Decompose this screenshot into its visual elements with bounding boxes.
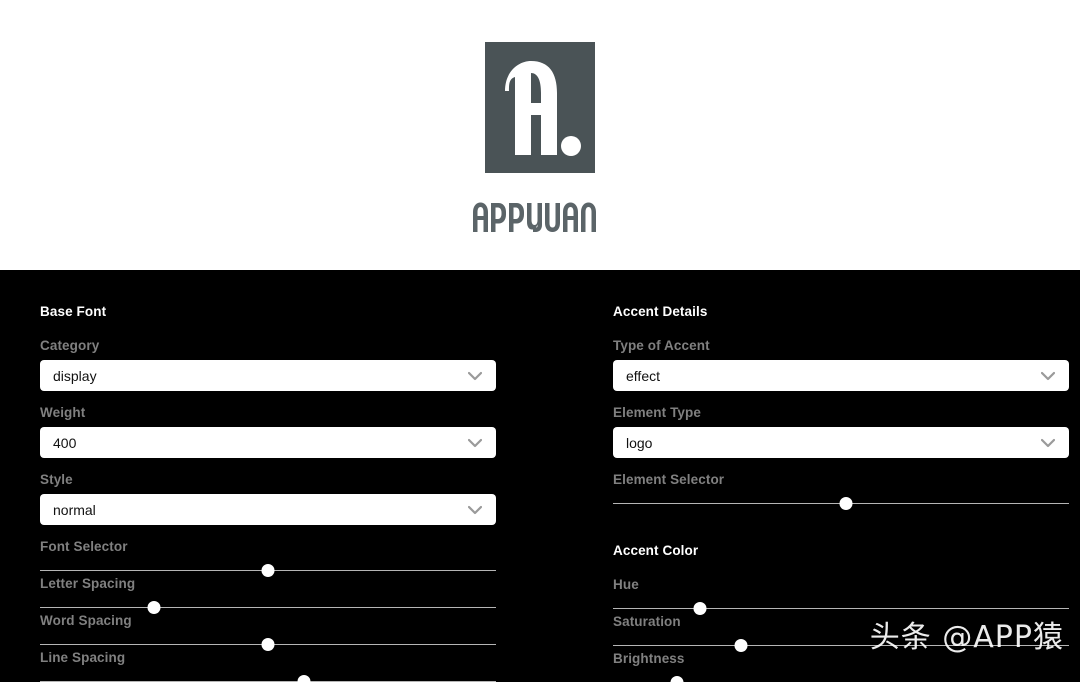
slider-word-spacing: Word Spacing (40, 613, 536, 651)
slider-font-selector: Font Selector (40, 539, 536, 577)
slider-track-line (613, 645, 1069, 646)
slider-hue: Hue (613, 577, 1080, 615)
label-type-of-accent: Type of Accent (613, 338, 710, 353)
slider-element-selector: Element Selector (613, 472, 1080, 511)
select-type-of-accent-value: effect (626, 367, 660, 384)
logo-lockup (472, 42, 608, 235)
slider-element-selector-thumb[interactable] (839, 497, 853, 510)
label-letter-spacing: Letter Spacing (40, 576, 136, 591)
slider-letter-spacing: Letter Spacing (40, 576, 536, 614)
label-element-type: Element Type (613, 405, 701, 420)
chevron-down-icon (1041, 371, 1055, 380)
label-line-spacing: Line Spacing (40, 650, 126, 665)
accent-details-section-title: Accent Details (613, 304, 708, 319)
label-element-selector: Element Selector (613, 472, 725, 487)
base-font-section-title: Base Font (40, 304, 107, 319)
select-element-type-value: logo (626, 434, 653, 451)
select-style[interactable]: normal (40, 494, 496, 525)
select-weight[interactable]: 400 (40, 427, 496, 458)
controls-area: Base Font Category display Weight 400 St… (0, 270, 1080, 682)
label-saturation: Saturation (613, 614, 681, 629)
label-word-spacing: Word Spacing (40, 613, 132, 628)
chevron-down-icon (468, 505, 482, 514)
logo-wordmark (472, 199, 608, 235)
field-type-of-accent: Type of Accent effect (613, 338, 1080, 391)
field-weight: Weight 400 (40, 405, 536, 458)
slider-saturation: Saturation (613, 614, 1080, 652)
label-style: Style (40, 472, 73, 487)
label-hue: Hue (613, 577, 639, 592)
slider-line-spacing-thumb[interactable] (297, 675, 311, 682)
slider-track-line (40, 607, 496, 608)
accent-details-panel: Accent Details Type of Accent effect Ele… (613, 270, 1080, 682)
slider-brightness: Brightness (613, 651, 1080, 682)
wordmark-appyuan-icon (473, 202, 596, 232)
accent-color-section-title: Accent Color (613, 543, 699, 558)
select-style-value: normal (53, 501, 96, 518)
logo-a-glyph-icon (505, 60, 581, 156)
logo-preview-area (0, 0, 1080, 270)
label-category: Category (40, 338, 100, 353)
label-brightness: Brightness (613, 651, 685, 666)
select-element-type[interactable]: logo (613, 427, 1069, 458)
slider-brightness-thumb[interactable] (670, 676, 684, 682)
field-element-type: Element Type logo (613, 405, 1080, 458)
field-category: Category display (40, 338, 536, 391)
chevron-down-icon (468, 438, 482, 447)
slider-line-spacing: Line Spacing (40, 650, 536, 682)
label-weight: Weight (40, 405, 86, 420)
select-category[interactable]: display (40, 360, 496, 391)
slider-line-spacing-track[interactable] (40, 675, 496, 682)
select-category-value: display (53, 367, 97, 384)
chevron-down-icon (468, 371, 482, 380)
app-root: Base Font Category display Weight 400 St… (0, 0, 1080, 682)
chevron-down-icon (1041, 438, 1055, 447)
select-type-of-accent[interactable]: effect (613, 360, 1069, 391)
slider-track-line (613, 608, 1069, 609)
slider-brightness-track[interactable] (613, 676, 1069, 682)
base-font-panel: Base Font Category display Weight 400 St… (40, 270, 536, 682)
select-weight-value: 400 (53, 434, 77, 451)
slider-element-selector-track[interactable] (613, 497, 1069, 511)
label-font-selector: Font Selector (40, 539, 128, 554)
field-style: Style normal (40, 472, 536, 525)
logo-mark (485, 42, 595, 173)
